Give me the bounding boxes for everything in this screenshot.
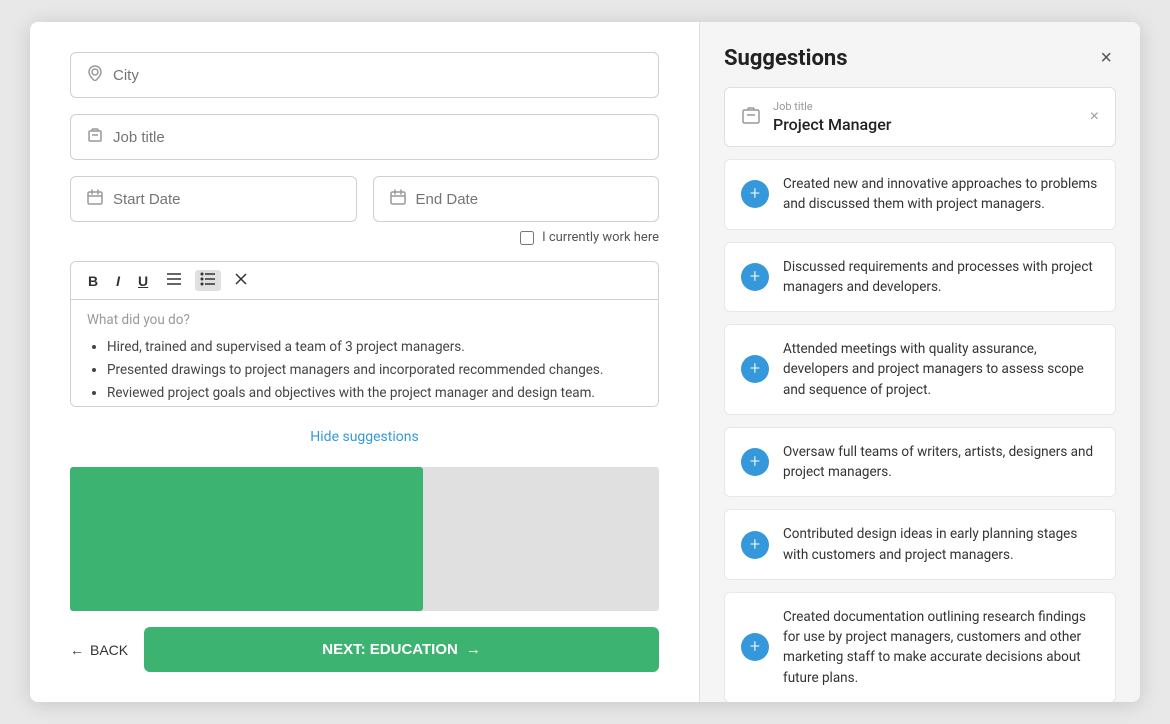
add-icon-1: + <box>741 180 769 208</box>
end-date-input[interactable] <box>416 191 643 208</box>
add-icon-2: + <box>741 263 769 291</box>
right-panel: Suggestions × Job title Project Manager … <box>700 22 1140 702</box>
back-label: BACK <box>90 642 128 658</box>
city-field[interactable] <box>70 52 659 98</box>
job-title-input[interactable] <box>113 129 642 146</box>
currently-work-checkbox[interactable] <box>520 231 534 245</box>
suggestion-item-5[interactable]: + Contributed design ideas in early plan… <box>724 509 1116 580</box>
job-title-card-label: Job title <box>773 100 1078 113</box>
city-input[interactable] <box>113 67 642 84</box>
job-title-field[interactable] <box>70 114 659 160</box>
suggestion-item-4[interactable]: + Oversaw full teams of writers, artists… <box>724 427 1116 498</box>
add-icon-6: + <box>741 633 769 661</box>
job-title-card: Job title Project Manager × <box>724 87 1116 147</box>
left-panel: I currently work here B I U What did you… <box>30 22 700 702</box>
job-title-card-value: Project Manager <box>773 115 1078 134</box>
suggestions-title: Suggestions <box>724 46 848 71</box>
add-icon-4: + <box>741 448 769 476</box>
bold-button[interactable]: B <box>83 271 103 291</box>
nav-buttons: ← BACK NEXT: EDUCATION → <box>70 627 659 672</box>
date-row <box>70 176 659 222</box>
suggestion-text-2: Discussed requirements and processes wit… <box>783 257 1099 298</box>
editor-content[interactable]: What did you do? Hired, trained and supe… <box>71 300 658 407</box>
calendar-start-icon <box>87 189 103 209</box>
clear-format-button[interactable] <box>229 270 253 291</box>
editor-container: B I U What did you do? Hired, trained an… <box>70 261 659 407</box>
suggestions-header: Suggestions × <box>724 46 1116 71</box>
bullet-1: Hired, trained and supervised a team of … <box>107 336 642 359</box>
city-icon <box>87 65 103 85</box>
next-arrow-icon: → <box>466 641 481 658</box>
job-icon <box>87 127 103 147</box>
close-suggestions-button[interactable]: × <box>1096 47 1116 70</box>
suggestion-text-3: Attended meetings with quality assurance… <box>783 339 1099 400</box>
add-icon-5: + <box>741 531 769 559</box>
suggestion-item-2[interactable]: + Discussed requirements and processes w… <box>724 242 1116 313</box>
suggestion-text-5: Contributed design ideas in early planni… <box>783 524 1099 565</box>
italic-button[interactable]: I <box>111 271 125 291</box>
back-arrow-icon: ← <box>70 642 84 658</box>
suggestion-item-6[interactable]: + Created documentation outlining resear… <box>724 592 1116 702</box>
suggestion-item-1[interactable]: + Created new and innovative approaches … <box>724 159 1116 230</box>
back-button[interactable]: ← BACK <box>70 642 128 658</box>
end-date-field[interactable] <box>373 176 660 222</box>
bullet-3: Reviewed project goals and objectives wi… <box>107 382 642 405</box>
suggestion-text-4: Oversaw full teams of writers, artists, … <box>783 442 1099 483</box>
progress-bar <box>70 467 659 611</box>
editor-placeholder: What did you do? <box>87 312 642 328</box>
progress-bar-fill <box>70 467 423 611</box>
editor-bullets: Hired, trained and supervised a team of … <box>87 336 642 405</box>
next-button[interactable]: NEXT: EDUCATION → <box>144 627 659 672</box>
job-title-card-icon <box>741 105 761 130</box>
suggestion-item-3[interactable]: + Attended meetings with quality assuran… <box>724 324 1116 415</box>
editor-toolbar: B I U <box>71 262 658 300</box>
suggestion-text-1: Created new and innovative approaches to… <box>783 174 1099 215</box>
suggestion-text-6: Created documentation outlining research… <box>783 607 1099 688</box>
underline-button[interactable]: U <box>133 271 153 291</box>
bullet-2: Presented drawings to project managers a… <box>107 359 642 382</box>
start-date-field[interactable] <box>70 176 357 222</box>
list-button[interactable] <box>195 270 221 291</box>
align-button[interactable] <box>161 270 187 291</box>
clear-job-title-button[interactable]: × <box>1090 108 1099 126</box>
hide-suggestions-link[interactable]: Hide suggestions <box>70 423 659 451</box>
currently-work-row: I currently work here <box>70 230 659 245</box>
next-label: NEXT: EDUCATION <box>322 641 458 658</box>
job-title-info: Job title Project Manager <box>773 100 1078 134</box>
add-icon-3: + <box>741 355 769 383</box>
calendar-end-icon <box>390 189 406 209</box>
currently-work-label[interactable]: I currently work here <box>542 230 659 245</box>
start-date-input[interactable] <box>113 191 340 208</box>
